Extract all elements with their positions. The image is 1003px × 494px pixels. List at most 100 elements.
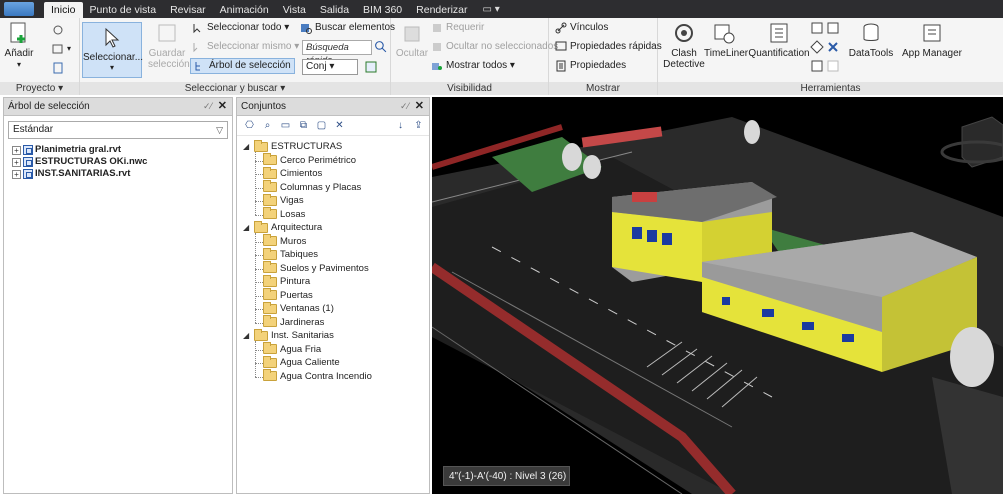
set-item[interactable]: Agua Contra Incendio	[263, 369, 372, 383]
animator-icon[interactable]	[810, 21, 824, 35]
expand-icon[interactable]: +	[12, 169, 21, 179]
add-label: Añadir	[4, 48, 34, 59]
collapse-icon[interactable]: ◢	[243, 223, 251, 232]
tree-item-label: ESTRUCTURAS OKi.nwc	[35, 156, 148, 167]
set-item[interactable]: Cerco Perimétrico	[263, 153, 356, 167]
batch-utility-icon[interactable]	[826, 40, 840, 54]
select-all-button[interactable]: Seleccionar todo ▾	[192, 20, 289, 36]
set-item[interactable]: Cimientos	[263, 166, 322, 180]
disabled-tool-icon[interactable]	[826, 59, 840, 73]
folder-icon	[263, 315, 277, 327]
tab-renderizar[interactable]: Renderizar	[409, 2, 474, 18]
datatools-label: DataTools	[848, 48, 894, 59]
tree-item-file[interactable]: + Planimetria gral.rvt	[4, 144, 232, 156]
tab-salida[interactable]: Salida	[313, 2, 356, 18]
app-manager-icon	[923, 24, 941, 42]
select-button[interactable]: Seleccionar... ▾	[82, 22, 143, 78]
timeliner-button[interactable]: TimeLiner	[704, 21, 748, 59]
quick-find-search-icon[interactable]	[374, 40, 387, 53]
close-icon[interactable]: ✕	[415, 98, 424, 115]
tab-animacion[interactable]: Animación	[213, 2, 276, 18]
quantification-button[interactable]: Quantification	[748, 21, 810, 59]
show-all-icon	[432, 63, 442, 70]
save-selection-button[interactable]: Guardar selección	[148, 21, 190, 70]
tree-connector	[255, 363, 263, 364]
save-search-icon[interactable]: ⎔	[243, 119, 256, 132]
refresh-button[interactable]	[52, 22, 64, 38]
set-item[interactable]: Jardineras	[263, 315, 324, 329]
compare-icon[interactable]	[810, 59, 824, 73]
clash-detective-button[interactable]: Clash Detective	[662, 21, 706, 70]
properties-button[interactable]: Propiedades	[555, 58, 626, 74]
comment-icon[interactable]: ▢	[315, 119, 328, 132]
find-icon[interactable]: ⌕	[261, 119, 274, 132]
hide-button[interactable]: Ocultar	[395, 21, 429, 59]
show-all-button[interactable]: Mostrar todos ▾	[431, 58, 515, 74]
group-visibilidad: Ocultar Requerir Ocultar no seleccionado…	[391, 18, 558, 95]
quick-properties-button[interactable]: Propiedades rápidas	[555, 39, 662, 55]
set-item[interactable]: Muros	[263, 234, 306, 248]
pin-icon[interactable]: ✓⁄	[400, 98, 409, 115]
appearance-profiler-icon[interactable]	[810, 40, 824, 54]
3d-viewport[interactable]	[432, 97, 1003, 494]
set-item[interactable]: Agua Caliente	[263, 355, 340, 369]
tab-punto-de-vista[interactable]: Punto de vista	[83, 2, 164, 18]
tree-connector	[255, 201, 263, 202]
require-button[interactable]: Requerir	[431, 20, 484, 36]
links-label: Vínculos	[570, 22, 609, 33]
tab-bim360[interactable]: BIM 360	[356, 2, 409, 18]
app-manager-button[interactable]: App Manager	[900, 21, 964, 59]
datatools-button[interactable]: DataTools	[848, 21, 894, 59]
expand-icon[interactable]: +	[12, 157, 21, 167]
set-folder[interactable]: ◢ ESTRUCTURAS	[243, 139, 342, 153]
tree-item-file[interactable]: + ESTRUCTURAS OKi.nwc	[4, 156, 232, 168]
selection-tree-button[interactable]: Árbol de selección	[190, 58, 295, 74]
set-item[interactable]: Columnas y Placas	[263, 180, 361, 194]
tab-revisar[interactable]: Revisar	[163, 2, 213, 18]
link-icon	[555, 22, 567, 34]
new-folder-icon[interactable]: ▭	[279, 119, 292, 132]
delete-icon[interactable]: ✕	[333, 119, 346, 132]
collapse-icon[interactable]: ◢	[243, 331, 251, 340]
select-same-button[interactable]: Seleccionar mismo ▾	[192, 39, 299, 55]
set-folder[interactable]: ◢ Inst. Sanitarias	[243, 328, 334, 342]
sets-title: Conjuntos	[241, 101, 287, 112]
sets-header: Conjuntos ✓⁄ ✕	[237, 98, 429, 116]
selection-tree-mode-dropdown[interactable]: Estándar ▽	[8, 121, 228, 139]
duplicate-icon[interactable]: ⧉	[297, 119, 310, 132]
sort-icon[interactable]: ↓	[394, 119, 407, 132]
import-export-icon[interactable]: ⇪	[412, 119, 425, 132]
tab-inicio[interactable]: Inicio	[44, 2, 83, 18]
quick-find-input[interactable]: Búsqueda rápida	[302, 40, 372, 66]
links-button[interactable]: Vínculos	[555, 20, 608, 36]
set-item[interactable]: Agua Fria	[263, 342, 321, 356]
expand-icon[interactable]: +	[12, 145, 21, 155]
set-item[interactable]: Vigas	[263, 193, 304, 207]
group-proyecto-title[interactable]: Proyecto ▾	[0, 82, 79, 95]
add-button[interactable]: Añadir ▾	[4, 21, 34, 70]
tab-vista[interactable]: Vista	[276, 2, 313, 18]
set-label: Losas	[280, 208, 306, 220]
sets-combo[interactable]: Conj ▾	[302, 59, 358, 75]
set-item[interactable]: Pintura	[263, 274, 310, 288]
close-icon[interactable]: ✕	[218, 98, 227, 115]
scripter-icon[interactable]	[826, 21, 840, 35]
pin-icon[interactable]: ✓⁄	[203, 98, 212, 115]
tree-item-file[interactable]: + INST.SANITARIAS.rvt	[4, 168, 232, 180]
application-menu-button[interactable]	[4, 2, 34, 16]
set-item[interactable]: Tabiques	[263, 247, 318, 261]
reset-all-button[interactable]: ▾	[52, 41, 71, 57]
set-item[interactable]: Suelos y Pavimentos	[263, 261, 369, 275]
hide-unselected-button[interactable]: Ocultar no seleccionados	[431, 39, 558, 55]
manage-sets-icon[interactable]	[364, 60, 378, 74]
collapse-icon[interactable]: ◢	[243, 142, 251, 151]
tree-connector	[255, 282, 263, 283]
group-seleccionar-title[interactable]: Seleccionar y buscar ▾	[80, 82, 390, 95]
file-options-button[interactable]	[52, 60, 64, 76]
find-items-button[interactable]: Buscar elementos	[300, 20, 395, 36]
set-item[interactable]: Puertas	[263, 288, 313, 302]
ribbon-options-dropdown[interactable]: ▭ ▾	[475, 2, 508, 18]
quick-properties-label: Propiedades rápidas	[570, 41, 662, 52]
set-item[interactable]: Losas	[263, 207, 306, 221]
set-item[interactable]: Ventanas (1)	[263, 301, 334, 315]
